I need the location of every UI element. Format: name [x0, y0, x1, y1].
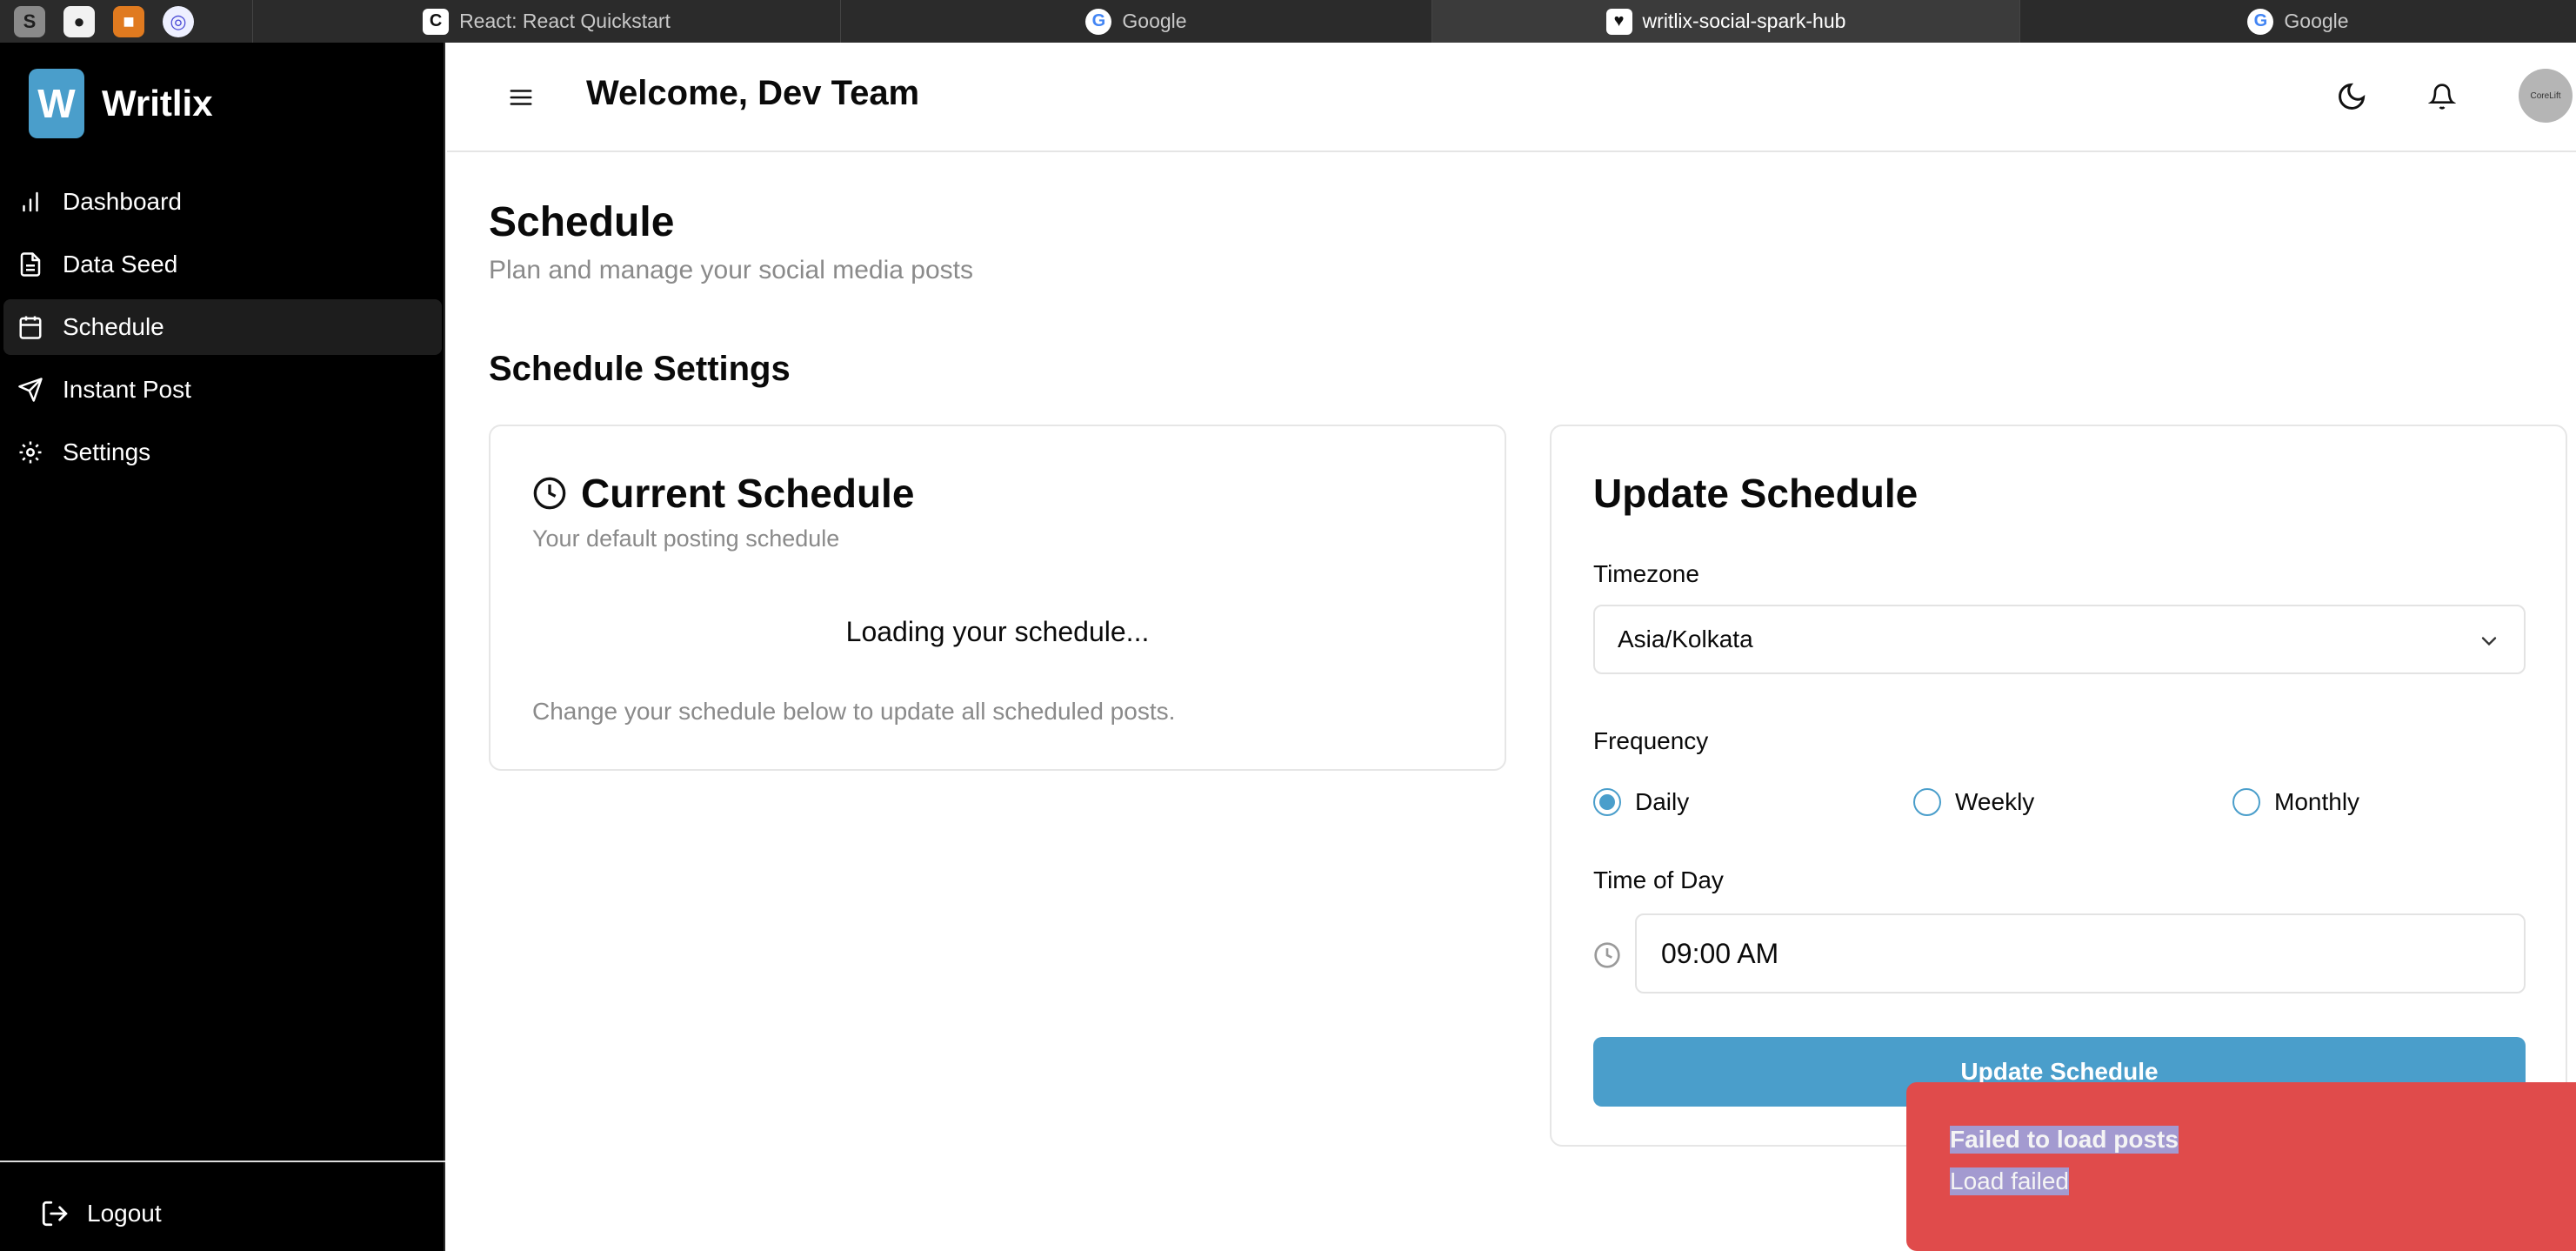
tab-title: Google — [1122, 10, 1187, 32]
browser-tab-google[interactable]: G Google — [840, 0, 1431, 43]
google-icon: G — [2247, 8, 2274, 35]
radio-label: Monthly — [2274, 788, 2360, 815]
pinned-tabs: S ● ■ ◎ — [0, 0, 212, 43]
radio-label: Weekly — [1955, 788, 2035, 815]
pinned-tab-github-icon[interactable]: ● — [63, 5, 95, 37]
avatar[interactable]: CoreLift — [2519, 69, 2573, 123]
sidebar: W Writlix Dashboard Data Seed Schedule I… — [0, 43, 445, 1251]
moon-icon — [2339, 83, 2366, 110]
frequency-weekly-radio[interactable]: Weekly — [1913, 788, 2034, 816]
pinned-tab-ring-icon[interactable]: ◎ — [163, 5, 194, 37]
sidebar-item-label: Dashboard — [63, 188, 182, 215]
page-title: Schedule — [489, 199, 675, 245]
welcome-title: Welcome, Dev Team — [586, 74, 920, 112]
time-input[interactable]: 09:00 AM — [1635, 913, 2526, 993]
sidebar-item-label: Schedule — [63, 313, 164, 340]
pinned-tab-box-icon[interactable]: ■ — [113, 5, 144, 37]
brand[interactable]: W Writlix — [29, 69, 213, 138]
bell-icon — [2428, 84, 2456, 110]
logo-icon: W — [29, 69, 84, 138]
browser-tab-google-2[interactable]: G Google — [2019, 0, 2576, 43]
loading-text: Loading your schedule... — [845, 616, 1150, 647]
section-title: Schedule Settings — [489, 350, 791, 388]
theme-toggle-button[interactable] — [2332, 77, 2371, 116]
frequency-label: Frequency — [1593, 727, 1709, 754]
browser-tab-writlix[interactable]: ♥ writlix-social-spark-hub — [1431, 0, 2019, 43]
heart-icon: ♥ — [1605, 8, 1632, 35]
current-schedule-card: Current Schedule Your default posting sc… — [489, 425, 1506, 771]
top-header: Welcome, Dev Team CoreLift — [447, 43, 2576, 152]
page-subtitle: Plan and manage your social media posts — [489, 256, 973, 284]
pinned-tab-s-icon[interactable]: S — [14, 5, 45, 37]
current-schedule-subtitle: Your default posting schedule — [532, 525, 840, 552]
clock-icon — [533, 477, 566, 510]
sidebar-item-instant-post[interactable]: Instant Post — [3, 362, 442, 418]
sidebar-item-data-seed[interactable]: Data Seed — [3, 237, 442, 292]
schedule-note: Change your schedule below to update all… — [532, 698, 1176, 725]
sidebar-item-label: Data Seed — [63, 251, 178, 278]
time-of-day-label: Time of Day — [1593, 866, 1724, 893]
menu-icon[interactable] — [508, 84, 534, 110]
sidebar-item-label: Instant Post — [63, 376, 191, 403]
radio-label: Daily — [1635, 788, 1690, 815]
sidebar-item-settings[interactable]: Settings — [3, 425, 442, 480]
tab-title: React: React Quickstart — [459, 10, 671, 32]
document-icon — [20, 252, 41, 277]
timezone-select[interactable]: Asia/Kolkata — [1593, 605, 2526, 674]
react-icon: C — [423, 8, 450, 35]
toast-message: Load failed — [1950, 1167, 2070, 1195]
notifications-button[interactable] — [2423, 77, 2461, 116]
frequency-monthly-radio[interactable]: Monthly — [2232, 788, 2359, 816]
browser-tab-bar: S ● ■ ◎ C React: React Quickstart G Goog… — [0, 0, 2576, 43]
logout-icon — [42, 1201, 68, 1227]
bar-chart-icon — [23, 191, 38, 212]
send-icon — [18, 378, 43, 402]
current-schedule-title-text: Current Schedule — [581, 471, 915, 516]
logout-label: Logout — [87, 1200, 162, 1227]
tab-title: Google — [2284, 10, 2349, 32]
frequency-daily-radio[interactable]: Daily — [1593, 788, 1689, 816]
radio-unchecked-icon — [1913, 788, 1941, 816]
tab-title: writlix-social-spark-hub — [1642, 10, 1846, 32]
sidebar-item-dashboard[interactable]: Dashboard — [3, 174, 442, 230]
clock-icon — [1594, 942, 1620, 968]
brand-name: Writlix — [102, 83, 213, 124]
error-toast[interactable]: Failed to load posts Load failed — [1906, 1082, 2576, 1251]
frequency-radio-group: Daily Weekly Monthly — [1593, 788, 2526, 823]
calendar-icon — [19, 316, 42, 339]
sidebar-item-label: Settings — [63, 438, 151, 465]
logout-button[interactable]: Logout — [0, 1161, 445, 1228]
sidebar-item-schedule[interactable]: Schedule — [3, 299, 442, 355]
google-icon: G — [1085, 8, 1112, 35]
current-schedule-title: Current Schedule — [532, 470, 914, 517]
timezone-value: Asia/Kolkata — [1618, 626, 1753, 652]
chevron-down-icon — [2481, 637, 2497, 646]
radio-unchecked-icon — [2232, 788, 2260, 816]
update-schedule-card: Update Schedule Timezone Asia/Kolkata Fr… — [1550, 425, 2567, 1147]
gear-icon — [19, 441, 42, 464]
time-value: 09:00 AM — [1661, 937, 1779, 969]
update-schedule-title: Update Schedule — [1593, 471, 1919, 516]
browser-tab-react[interactable]: C React: React Quickstart — [252, 0, 840, 43]
radio-checked-icon — [1593, 788, 1621, 816]
timezone-label: Timezone — [1593, 560, 1699, 587]
toast-title: Failed to load posts — [1950, 1126, 2179, 1154]
